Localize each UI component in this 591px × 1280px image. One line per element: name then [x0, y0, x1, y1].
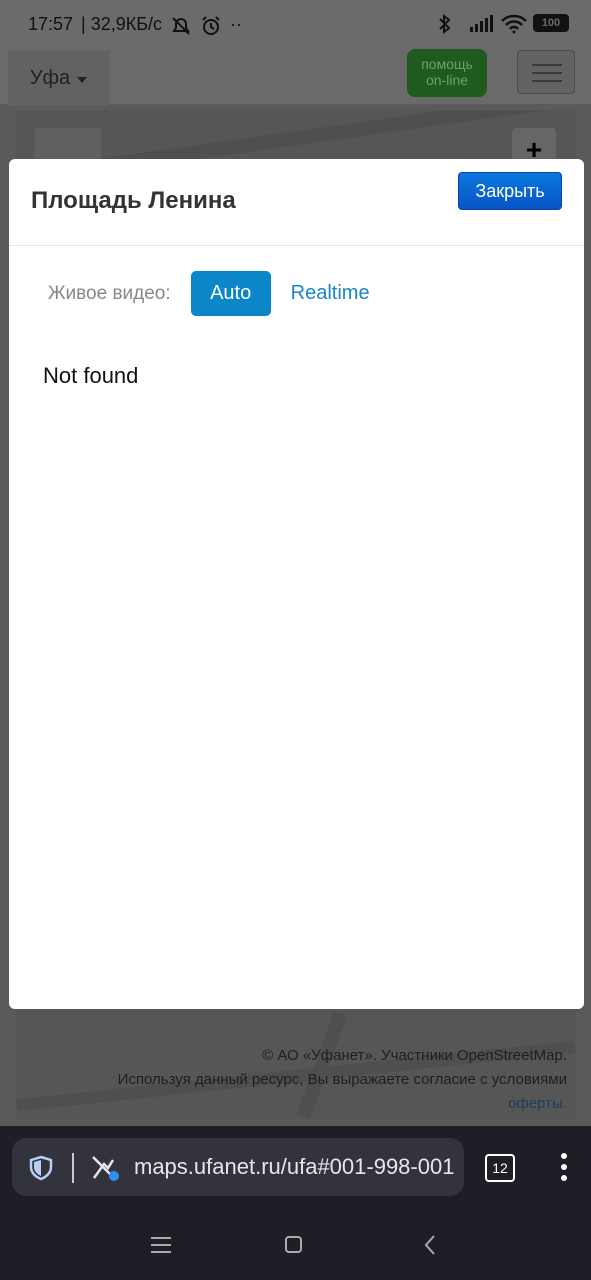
- status-bar: 17:57 | 32,9КБ/с ·· 100: [0, 0, 591, 44]
- caret-down-icon: [76, 67, 88, 90]
- alarm-clock-icon: [200, 15, 222, 35]
- site-permissions-icon[interactable]: [90, 1154, 120, 1182]
- dot: [561, 1175, 567, 1181]
- realtime-mode-button[interactable]: Realtime: [291, 271, 370, 316]
- browser-toolbar: maps.ufanet.ru/ufa#001-998-001 12: [0, 1126, 591, 1210]
- dot: [561, 1153, 567, 1159]
- online-label: on-line: [425, 72, 469, 88]
- battery-icon: 100: [533, 14, 569, 32]
- status-more-dots: ··: [230, 14, 243, 34]
- status-network-speed: | 32,9КБ/с: [81, 14, 163, 34]
- shield-icon[interactable]: [28, 1155, 54, 1181]
- status-right: 100: [437, 13, 569, 35]
- url-text[interactable]: maps.ufanet.ru/ufa#001-998-001: [134, 1154, 454, 1180]
- menu-line: [532, 72, 562, 74]
- help-online-button[interactable]: помощь on-line: [407, 49, 487, 97]
- line: [151, 1244, 171, 1246]
- menu-line: [532, 64, 562, 66]
- city-selector[interactable]: Уфа: [8, 50, 110, 106]
- home-icon[interactable]: [285, 1236, 302, 1253]
- menu-line: [532, 80, 562, 82]
- status-left: 17:57 | 32,9КБ/с ··: [28, 14, 242, 35]
- attribution-consent: Используя данный ресурс, Вы выражаете со…: [117, 1071, 567, 1088]
- line: [151, 1251, 171, 1253]
- modal-title: Площадь Ленина: [31, 187, 236, 214]
- line: [151, 1237, 171, 1239]
- live-video-label: Живое видео:: [48, 282, 171, 304]
- bluetooth-icon: [437, 13, 459, 35]
- close-button[interactable]: Закрыть: [458, 172, 562, 210]
- status-time: 17:57: [28, 14, 74, 34]
- back-icon[interactable]: [422, 1234, 438, 1256]
- auto-mode-button[interactable]: Auto: [190, 271, 271, 316]
- dot: [561, 1164, 567, 1170]
- not-found-message: Not found: [43, 363, 139, 388]
- wifi-icon: [501, 14, 527, 34]
- signal-icon: [469, 14, 493, 32]
- more-options-icon[interactable]: [558, 1153, 570, 1185]
- attribution-copyright: © АО «Уфанет». Участники OpenStreetMap.: [262, 1047, 567, 1064]
- map-attribution: © АО «Уфанет». Участники OpenStreetMap. …: [118, 1044, 567, 1116]
- system-nav-bar: [0, 1210, 591, 1280]
- address-divider: [72, 1153, 74, 1183]
- recent-apps-icon[interactable]: [151, 1237, 171, 1253]
- city-name: Уфа: [29, 66, 71, 89]
- help-label: помощь: [421, 56, 473, 72]
- modal-header: Площадь Ленина Закрыть: [9, 159, 584, 246]
- camera-modal: Площадь Ленина Закрыть Живое видео: Auto…: [9, 159, 584, 1009]
- tabs-counter-button[interactable]: 12: [485, 1154, 515, 1182]
- offer-link[interactable]: оферты.: [118, 1092, 567, 1116]
- alarm-off-icon: [170, 16, 192, 35]
- live-video-controls: Живое видео: Auto Realtime: [48, 271, 370, 316]
- address-bar[interactable]: maps.ufanet.ru/ufa#001-998-001: [12, 1138, 464, 1196]
- hamburger-menu-button[interactable]: [517, 50, 575, 94]
